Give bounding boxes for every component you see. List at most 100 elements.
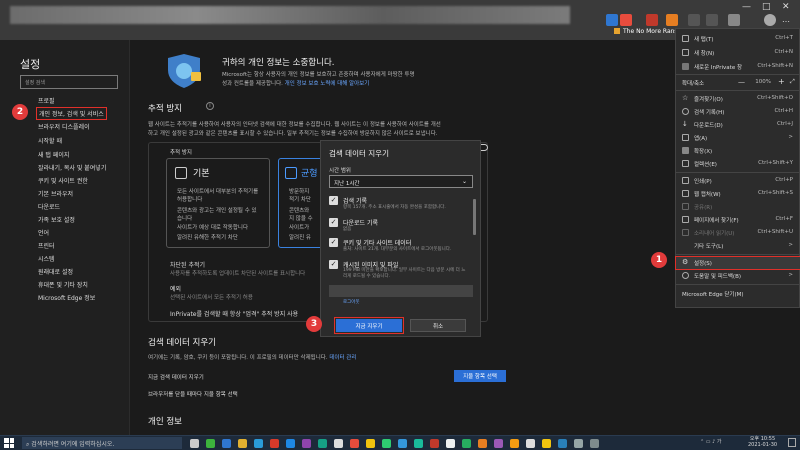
menu-item-new-tab[interactable]: 새 탭(T) Ctrl+T <box>676 33 800 45</box>
menu-item-favorites[interactable]: ☆ 즐겨찾기(O) Ctrl+Shift+O <box>676 93 800 105</box>
menu-item-inprivate[interactable]: 새로운 InPrivate 창 Ctrl+Shift+N <box>676 61 800 73</box>
history-checkbox[interactable]: ✓ <box>329 196 338 205</box>
minimize-button[interactable]: — <box>742 2 751 12</box>
sidebar-item-phone[interactable]: 휴대폰 및 기타 장치 <box>38 280 88 289</box>
more-menu-icon[interactable]: … <box>782 16 794 28</box>
menu-item-collections[interactable]: 컬렉션(E) Ctrl+Shift+Y <box>676 158 800 170</box>
tray-icons[interactable]: ⌃ ▭ ♪ 가 <box>700 438 740 448</box>
close-window-button[interactable]: ✕ <box>782 2 790 12</box>
app-icon[interactable] <box>494 439 503 448</box>
sidebar-item-system[interactable]: 시스템 <box>38 254 55 263</box>
app-icon[interactable] <box>222 439 231 448</box>
favorite-bar-item[interactable]: The No More Rans... <box>614 24 683 38</box>
app-icon[interactable] <box>366 439 375 448</box>
privacy-desc-2-text: 성과 컨트롤을 제공합니다. <box>222 81 283 87</box>
menu-item-help[interactable]: 도움말 및 피드백(B) > <box>676 270 800 282</box>
app-icon[interactable] <box>510 439 519 448</box>
notification-icon[interactable] <box>788 438 796 447</box>
sidebar-item-printer[interactable]: 프린터 <box>38 241 55 250</box>
sidebar-item-startup[interactable]: 시작할 때 <box>38 136 62 145</box>
sidebar-item-family[interactable]: 가족 보호 설정 <box>38 215 75 224</box>
menu-item-print[interactable]: 인쇄(P) Ctrl+P <box>676 175 800 187</box>
menu-item-history[interactable]: 검색 기록(H) Ctrl+H <box>676 106 800 118</box>
windows-start-icon[interactable] <box>4 438 14 448</box>
kakao-icon[interactable] <box>542 439 551 448</box>
app-icon[interactable] <box>558 439 567 448</box>
fullscreen-icon[interactable]: ⤢ <box>790 78 795 86</box>
edge-icon[interactable] <box>414 439 423 448</box>
profile-avatar[interactable] <box>764 14 776 26</box>
menu-item-new-window[interactable]: 새 창(N) Ctrl+N <box>676 47 800 59</box>
menu-item-apps[interactable]: 앱(A) > <box>676 132 800 144</box>
privacy-link[interactable]: 개인 정보 보호 노력에 대해 알아보기 <box>285 81 370 87</box>
sidebar-item-newtab[interactable]: 새 탭 페이지 <box>38 150 69 159</box>
app-icon[interactable] <box>302 439 311 448</box>
favorites-icon[interactable] <box>688 14 700 26</box>
explorer-icon[interactable] <box>238 439 247 448</box>
zoom-out-icon[interactable]: — <box>738 78 745 86</box>
cache-checkbox[interactable]: ✓ <box>329 260 338 269</box>
app-icon[interactable] <box>318 439 327 448</box>
clear-now-button[interactable]: 지금 지우기 <box>334 317 404 334</box>
sidebar-item-privacy[interactable]: 개인 정보, 검색 및 서비스 <box>36 107 107 120</box>
cancel-button[interactable]: 취소 <box>410 319 466 332</box>
settings-search-input[interactable]: 설정 검색 <box>20 75 118 89</box>
manage-data-link[interactable]: 데이터 관리 <box>329 355 356 361</box>
task-view-icon[interactable] <box>190 439 199 448</box>
downloads-checkbox[interactable]: ✓ <box>329 218 338 227</box>
app-icon[interactable] <box>206 439 215 448</box>
app-icon[interactable] <box>382 439 391 448</box>
info-icon[interactable]: i <box>206 102 214 110</box>
sidebar-item-clipboard[interactable]: 잘라내기, 복사 및 붙여넣기 <box>38 163 106 172</box>
sidebar-item-appearance[interactable]: 브라우저 디스플레이 <box>38 122 90 131</box>
tracking-box-label: 추적 방지 <box>170 150 192 156</box>
sidebar-item-reset[interactable]: 원래대로 설정 <box>38 267 73 276</box>
feedback-icon[interactable] <box>728 14 740 26</box>
sidebar-item-language[interactable]: 언어 <box>38 228 49 237</box>
menu-item-more-tools[interactable]: 기타 도구(L) > <box>676 240 800 252</box>
menu-item-label: 즐겨찾기(O) <box>694 97 723 103</box>
clear-on-close-label[interactable]: 브라우저를 닫을 때마다 지울 항목 선택 <box>148 390 238 398</box>
app-icon[interactable] <box>286 439 295 448</box>
menu-item-capture[interactable]: 웹 캡처(W) Ctrl+Shift+S <box>676 188 800 200</box>
app-icon[interactable] <box>462 439 471 448</box>
app-icon[interactable] <box>350 439 359 448</box>
signout-link[interactable]: 로그아웃 <box>343 299 360 305</box>
sidebar-item-downloads[interactable]: 다운로드 <box>38 202 60 211</box>
sidebar-item-about[interactable]: Microsoft Edge 정보 <box>38 293 95 302</box>
app-icon[interactable] <box>334 439 343 448</box>
sidebar-item-profile[interactable]: 프로필 <box>38 96 55 105</box>
maximize-button[interactable]: □ <box>762 2 771 12</box>
menu-item-settings[interactable]: ⚙ 설정(S) <box>675 256 800 270</box>
app-icon[interactable] <box>478 439 487 448</box>
dialog-scrollbar[interactable] <box>473 199 476 235</box>
collections-icon[interactable] <box>706 14 718 26</box>
card-basic[interactable]: 기본 모든 사이트에서 대부분의 추적기를 허용합니다 콘텐츠와 광고는 개인 … <box>166 158 270 248</box>
menu-item-close-edge[interactable]: Microsoft Edge 닫기(M) <box>676 288 800 300</box>
app-icon[interactable] <box>590 439 599 448</box>
taskbar-clock[interactable]: 오후 10:55 2021-01-30 <box>748 436 777 448</box>
app-icon[interactable] <box>574 439 583 448</box>
sidebar-item-default-browser[interactable]: 기본 브라우저 <box>38 189 73 198</box>
app-icon[interactable] <box>430 439 439 448</box>
choose-items-button[interactable]: 지울 항목 선택 <box>454 370 506 382</box>
app-icon[interactable] <box>446 439 455 448</box>
app-icon[interactable] <box>526 439 535 448</box>
menu-item-share[interactable]: 공유(R) <box>676 201 800 213</box>
cookies-checkbox[interactable]: ✓ <box>329 238 338 247</box>
sidebar-item-cookies[interactable]: 쿠키 및 사이트 권한 <box>38 176 88 185</box>
browser-menu: 새 탭(T) Ctrl+T 새 창(N) Ctrl+N 새로운 InPrivate … <box>675 28 800 308</box>
menu-item-extensions[interactable]: 확장(X) <box>676 145 800 157</box>
menu-item-read-aloud[interactable]: 소리내어 읽기(U) Ctrl+Shift+U <box>676 227 800 239</box>
zoom-in-icon[interactable]: + <box>778 77 785 86</box>
card-basic-title: 기본 <box>193 169 210 179</box>
app-icon[interactable] <box>254 439 263 448</box>
app-icon[interactable] <box>270 439 279 448</box>
time-range-select[interactable]: 지난 1시간 ⌄ <box>329 175 473 188</box>
print-icon <box>682 177 689 184</box>
app-icon[interactable] <box>398 439 407 448</box>
blocked-trackers-desc: 사용자를 추적하도록 업데이트 차단된 사이트를 표시합니다 <box>170 271 306 277</box>
menu-item-downloads[interactable]: ↓ 다운로드(D) Ctrl+J <box>676 119 800 131</box>
taskbar-search-input[interactable]: ⌕ 검색하려면 여기에 입력하십시오. <box>22 437 182 449</box>
menu-item-find[interactable]: 페이지에서 찾기(F) Ctrl+F <box>676 214 800 226</box>
